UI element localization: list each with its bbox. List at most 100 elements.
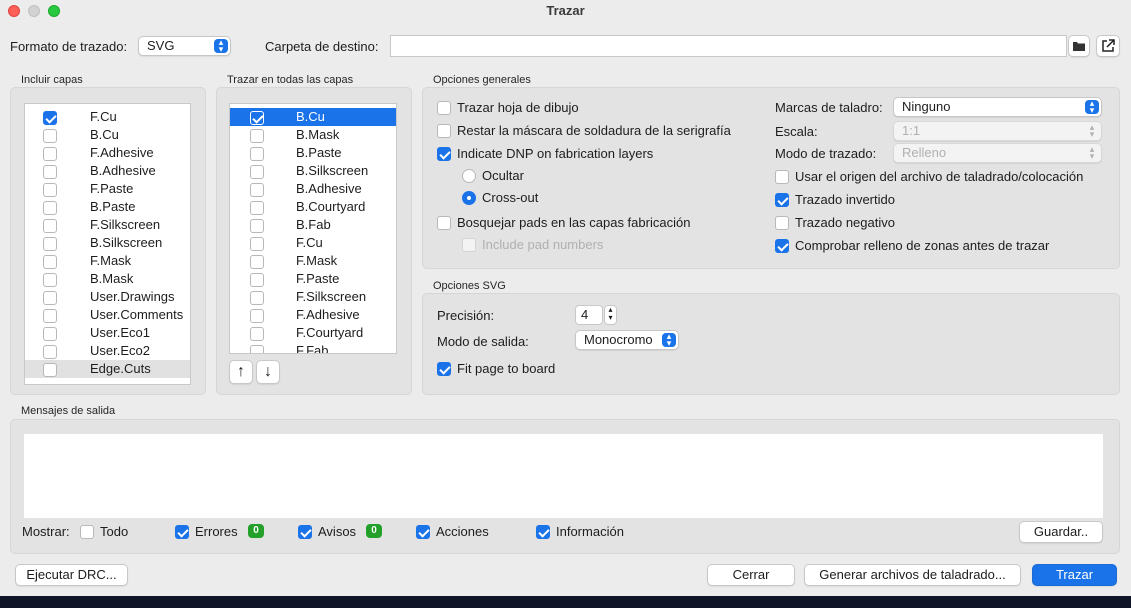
layer-checkbox[interactable] (250, 309, 264, 323)
layer-checkbox[interactable] (43, 273, 57, 287)
layer-checkbox[interactable] (43, 129, 57, 143)
dnp-crossout-radio[interactable] (462, 191, 476, 205)
close-window-icon[interactable] (8, 5, 20, 17)
layer-row[interactable]: B.Silkscreen (25, 234, 190, 252)
show-warnings-checkbox[interactable] (298, 525, 312, 539)
use-drill-origin-checkbox[interactable] (775, 170, 789, 184)
layer-row[interactable]: User.Drawings (25, 288, 190, 306)
layer-checkbox[interactable] (250, 129, 264, 143)
drill-marks-select[interactable]: Ninguno ▴ ▾ (893, 97, 1102, 117)
layer-checkbox[interactable] (43, 345, 57, 359)
minimize-window-icon[interactable] (28, 5, 40, 17)
layer-row[interactable]: B.Adhesive (230, 180, 396, 198)
move-down-button[interactable]: ↓ (256, 360, 280, 384)
check-zones-checkbox[interactable] (775, 239, 789, 253)
layer-row[interactable]: F.Paste (230, 270, 396, 288)
layer-checkbox[interactable] (43, 201, 57, 215)
layer-row[interactable]: F.Silkscreen (25, 216, 190, 234)
sketch-pads-checkbox[interactable] (437, 216, 451, 230)
move-up-button[interactable]: ↑ (229, 360, 253, 384)
generate-drill-button[interactable]: Generar archivos de taladrado... (804, 564, 1021, 586)
subtract-mask-checkbox[interactable] (437, 124, 451, 138)
layer-checkbox[interactable] (250, 273, 264, 287)
layer-row[interactable]: F.Mask (25, 252, 190, 270)
layer-row[interactable]: F.Cu (25, 108, 190, 126)
layer-row[interactable]: F.Mask (230, 252, 396, 270)
fit-page-checkbox[interactable] (437, 362, 451, 376)
show-errors-checkbox[interactable] (175, 525, 189, 539)
messages-area[interactable] (24, 434, 1103, 518)
layer-checkbox[interactable] (250, 183, 264, 197)
layer-checkbox[interactable] (43, 363, 57, 377)
layer-checkbox[interactable] (250, 147, 264, 161)
layer-checkbox[interactable] (43, 327, 57, 341)
scale-select[interactable]: 1:1 ▴ ▾ (893, 121, 1102, 141)
close-button[interactable]: Cerrar (707, 564, 795, 586)
layer-checkbox[interactable] (43, 291, 57, 305)
include-layers-list[interactable]: F.Cu B.Cu F.Adhesive B.Adhesive F.Paste B.Pas… (24, 103, 191, 385)
layer-row[interactable]: F.Paste (25, 180, 190, 198)
save-messages-button[interactable]: Guardar.. (1019, 521, 1103, 543)
layer-checkbox[interactable] (43, 237, 57, 251)
layer-row[interactable]: B.Adhesive (25, 162, 190, 180)
show-actions-checkbox[interactable] (416, 525, 430, 539)
layer-checkbox[interactable] (250, 201, 264, 215)
layer-row[interactable]: B.Silkscreen (230, 162, 396, 180)
layer-row[interactable]: F.Fab (230, 342, 396, 353)
layer-row[interactable]: F.Courtyard (230, 324, 396, 342)
plot-mode-select[interactable]: Relleno ▴ ▾ (893, 143, 1102, 163)
layer-row[interactable]: User.Comments (25, 306, 190, 324)
layer-checkbox[interactable] (43, 219, 57, 233)
layer-checkbox[interactable] (250, 237, 264, 251)
layer-row[interactable]: F.Adhesive (25, 144, 190, 162)
layer-row[interactable]: B.Cu (25, 126, 190, 144)
layer-checkbox[interactable] (250, 291, 264, 305)
precision-stepper[interactable]: ▴ ▾ (604, 305, 617, 325)
layer-checkbox[interactable] (250, 111, 264, 125)
open-folder-button[interactable] (1096, 35, 1120, 57)
layer-row[interactable]: B.Mask (25, 270, 190, 288)
layer-row[interactable]: F.Silkscreen (230, 288, 396, 306)
layer-checkbox[interactable] (250, 165, 264, 179)
layer-checkbox[interactable] (43, 147, 57, 161)
layer-row[interactable]: B.Courtyard (230, 198, 396, 216)
layer-checkbox[interactable] (43, 309, 57, 323)
output-mode-select[interactable]: Monocromo ▴ ▾ (575, 330, 679, 350)
layer-checkbox[interactable] (43, 183, 57, 197)
include-pad-numbers-checkbox[interactable] (462, 238, 476, 252)
layer-row[interactable]: F.Adhesive (230, 306, 396, 324)
mirrored-checkbox[interactable] (775, 193, 789, 207)
layer-row[interactable]: B.Fab (230, 216, 396, 234)
layer-row[interactable]: B.Paste (25, 198, 190, 216)
layer-label: F.Adhesive (90, 145, 154, 160)
format-select[interactable]: SVG ▴ ▾ (138, 36, 231, 56)
dest-folder-input[interactable] (390, 35, 1067, 57)
precision-value: 4 (581, 307, 589, 322)
layer-row[interactable]: B.Mask (230, 126, 396, 144)
show-info-checkbox[interactable] (536, 525, 550, 539)
layer-checkbox[interactable] (250, 327, 264, 341)
layer-row[interactable]: User.Eco2 (25, 342, 190, 360)
all-layers-list[interactable]: B.Cu B.Mask B.Paste B.Silkscreen B.Adhesive B… (229, 103, 397, 354)
layer-checkbox[interactable] (250, 345, 264, 353)
layer-row[interactable]: B.Cu (230, 108, 396, 126)
layer-checkbox[interactable] (43, 111, 57, 125)
layer-checkbox[interactable] (250, 219, 264, 233)
indicate-dnp-checkbox[interactable] (437, 147, 451, 161)
run-drc-button[interactable]: Ejecutar DRC... (15, 564, 128, 586)
layer-checkbox[interactable] (43, 255, 57, 269)
layer-row[interactable]: F.Cu (230, 234, 396, 252)
dnp-hide-radio[interactable] (462, 169, 476, 183)
layer-checkbox[interactable] (250, 255, 264, 269)
show-all-checkbox[interactable] (80, 525, 94, 539)
precision-input[interactable]: 4 (575, 305, 603, 325)
layer-checkbox[interactable] (43, 165, 57, 179)
plot-button[interactable]: Trazar (1032, 564, 1117, 586)
layer-row[interactable]: Edge.Cuts (25, 360, 190, 378)
layer-row[interactable]: User.Eco1 (25, 324, 190, 342)
browse-folder-button[interactable] (1068, 35, 1090, 57)
negative-checkbox[interactable] (775, 216, 789, 230)
plot-sheet-checkbox[interactable] (437, 101, 451, 115)
zoom-window-icon[interactable] (48, 5, 60, 17)
layer-row[interactable]: B.Paste (230, 144, 396, 162)
